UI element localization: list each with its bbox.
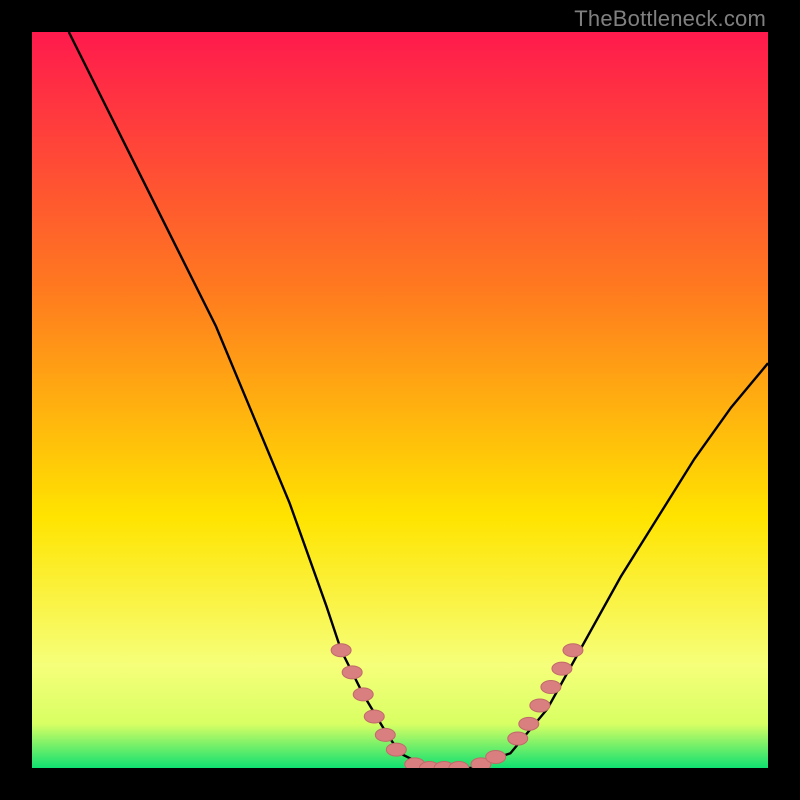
plot-area [32, 32, 768, 768]
curve-path [69, 32, 768, 768]
marker-right-slope [563, 644, 583, 657]
marker-right-slope [552, 662, 572, 675]
marker-left-slope [386, 743, 406, 756]
marker-right-slope [508, 732, 528, 745]
marker-left-slope [375, 728, 395, 741]
watermark-text: TheBottleneck.com [574, 6, 766, 32]
marker-left-slope [331, 644, 351, 657]
marker-right-slope [530, 699, 550, 712]
marker-valley [486, 750, 506, 763]
chart-frame: TheBottleneck.com [0, 0, 800, 800]
bottleneck-curve [32, 32, 768, 768]
marker-left-slope [364, 710, 384, 723]
marker-left-slope [353, 688, 373, 701]
marker-right-slope [519, 717, 539, 730]
marker-valley [449, 762, 469, 769]
marker-left-slope [342, 666, 362, 679]
marker-right-slope [541, 681, 561, 694]
